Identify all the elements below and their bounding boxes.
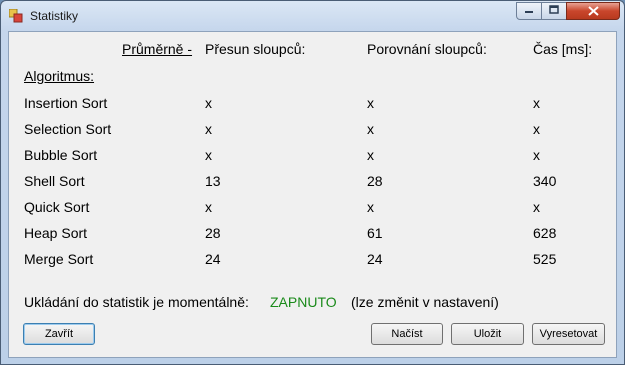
close-icon xyxy=(587,4,599,19)
time-value: x xyxy=(533,121,540,137)
algorithm-name: Shell Sort xyxy=(24,173,85,189)
time-value: 525 xyxy=(533,251,557,267)
compares-value: 24 xyxy=(367,251,383,267)
time-value: x xyxy=(533,95,540,111)
compares-value: 28 xyxy=(367,173,383,189)
statistics-window: Statistiky Průměrně - Přesun sloupců: Po… xyxy=(0,0,625,365)
save-button[interactable]: Uložit xyxy=(451,323,524,345)
close-window-button[interactable] xyxy=(566,2,620,20)
maximize-icon xyxy=(549,5,559,17)
maximize-button[interactable] xyxy=(541,2,567,20)
time-value: x xyxy=(533,199,540,215)
client-area: Průměrně - Přesun sloupců: Porovnání slo… xyxy=(8,31,617,358)
compares-value: x xyxy=(367,95,374,111)
status-value: ZAPNUTO xyxy=(270,294,337,310)
compares-value: 61 xyxy=(367,225,383,241)
algorithm-name: Merge Sort xyxy=(24,251,94,267)
algorithm-label: Algoritmus: xyxy=(24,68,95,84)
load-button[interactable]: Načíst xyxy=(371,323,443,345)
compares-value: x xyxy=(367,199,374,215)
title-bar[interactable]: Statistiky xyxy=(1,1,624,31)
time-value: 340 xyxy=(533,173,557,189)
reset-button[interactable]: Vyresetovat xyxy=(532,323,605,345)
moves-value: x xyxy=(205,95,212,111)
average-label: Průměrně - xyxy=(122,41,193,57)
moves-value: x xyxy=(205,121,212,137)
moves-value: 24 xyxy=(205,251,221,267)
column-header-compares: Porovnání sloupců: xyxy=(367,41,487,57)
moves-value: 28 xyxy=(205,225,221,241)
app-icon xyxy=(8,8,23,23)
compares-value: x xyxy=(367,121,374,137)
algorithm-name: Heap Sort xyxy=(24,225,88,241)
algorithm-name: Insertion Sort xyxy=(24,95,108,111)
status-prefix: Ukládání do statistik je momentálně: xyxy=(24,294,249,310)
moves-value: x xyxy=(205,147,212,163)
algorithm-name: Quick Sort xyxy=(24,199,90,215)
time-value: x xyxy=(533,147,540,163)
status-note: (lze změnit v nastavení) xyxy=(351,294,499,310)
algorithm-name: Selection Sort xyxy=(24,121,112,137)
minimize-button[interactable] xyxy=(516,2,542,20)
minimize-icon xyxy=(524,5,534,17)
close-button[interactable]: Zavřít xyxy=(23,323,95,345)
moves-value: 13 xyxy=(205,173,221,189)
time-value: 628 xyxy=(533,225,557,241)
moves-value: x xyxy=(205,199,212,215)
column-header-time: Čas [ms]: xyxy=(533,41,593,57)
window-title: Statistiky xyxy=(30,9,79,23)
algorithm-name: Bubble Sort xyxy=(24,147,98,163)
compares-value: x xyxy=(367,147,374,163)
column-header-moves: Přesun sloupců: xyxy=(205,41,306,57)
